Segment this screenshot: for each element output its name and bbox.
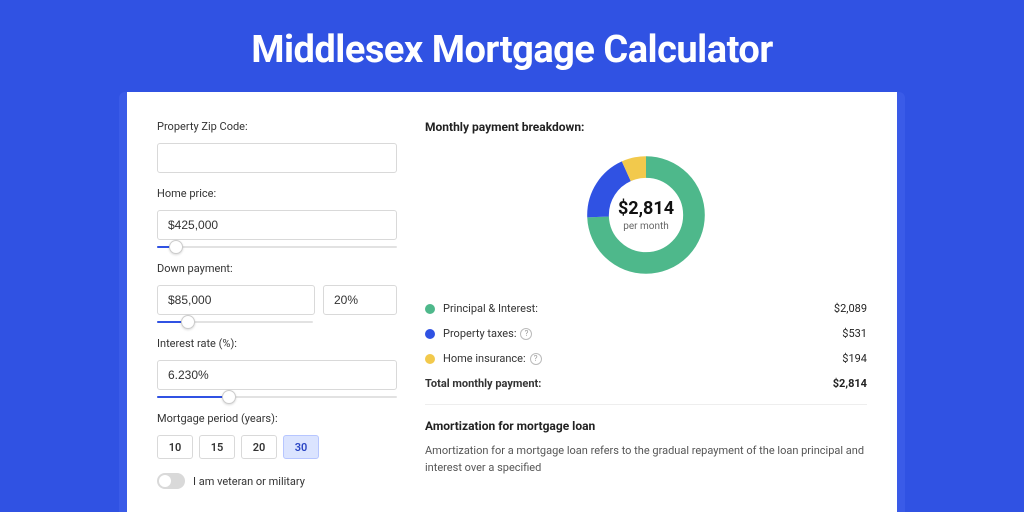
rate-slider-fill <box>157 396 229 398</box>
breakdown-panel: Monthly payment breakdown: $2,814 per mo… <box>425 120 867 512</box>
down-percent-input[interactable] <box>323 285 397 315</box>
donut-wrap: $2,814 per month <box>425 144 867 296</box>
breakdown-legend: Principal & Interest:$2,089 Property taxe… <box>425 302 867 390</box>
amortization-title: Amortization for mortgage loan <box>425 419 867 433</box>
donut-center: $2,814 per month <box>581 150 711 280</box>
veteran-toggle[interactable] <box>157 473 185 489</box>
legend-value: $2,089 <box>834 302 867 315</box>
amortization-body: Amortization for a mortgage loan refers … <box>425 443 867 476</box>
zip-label: Property Zip Code: <box>157 120 397 133</box>
legend-label: Principal & Interest: <box>443 302 834 315</box>
price-slider[interactable] <box>157 246 397 248</box>
legend-label: Property taxes:? <box>443 327 842 340</box>
veteran-row: I am veteran or military <box>157 473 397 489</box>
form-panel: Property Zip Code: Home price: Down paym… <box>157 120 397 512</box>
down-amount-input[interactable] <box>157 285 315 315</box>
period-option-20[interactable]: 20 <box>241 435 277 459</box>
breakdown-title: Monthly payment breakdown: <box>425 120 867 134</box>
period-option-10[interactable]: 10 <box>157 435 193 459</box>
legend-value: $194 <box>842 352 867 365</box>
legend-row-2: Home insurance:?$194 <box>425 352 867 365</box>
zip-group: Property Zip Code: <box>157 120 397 173</box>
info-icon[interactable]: ? <box>520 328 532 340</box>
period-options: 10152030 <box>157 435 397 459</box>
rate-slider-thumb[interactable] <box>222 390 236 404</box>
down-group: Down payment: <box>157 262 397 323</box>
rate-slider[interactable] <box>157 396 397 398</box>
down-label: Down payment: <box>157 262 397 275</box>
legend-row-1: Property taxes:?$531 <box>425 327 867 340</box>
legend-total-row: Total monthly payment:$2,814 <box>425 377 867 390</box>
legend-dot-icon <box>425 329 435 339</box>
period-option-15[interactable]: 15 <box>199 435 235 459</box>
legend-row-0: Principal & Interest:$2,089 <box>425 302 867 315</box>
page-title: Middlesex Mortgage Calculator <box>0 0 1024 92</box>
rate-input[interactable] <box>157 360 397 390</box>
legend-total-label: Total monthly payment: <box>425 377 833 390</box>
donut-value: $2,814 <box>618 198 674 219</box>
price-slider-thumb[interactable] <box>169 240 183 254</box>
card-outer: Property Zip Code: Home price: Down paym… <box>119 92 905 512</box>
zip-input[interactable] <box>157 143 397 173</box>
donut-sub: per month <box>623 221 669 232</box>
period-group: Mortgage period (years): 10152030 <box>157 412 397 459</box>
period-label: Mortgage period (years): <box>157 412 397 425</box>
price-group: Home price: <box>157 187 397 248</box>
legend-total-value: $2,814 <box>833 377 867 390</box>
price-label: Home price: <box>157 187 397 200</box>
calculator-card: Property Zip Code: Home price: Down paym… <box>127 92 897 512</box>
veteran-label: I am veteran or military <box>193 475 305 488</box>
down-slider[interactable] <box>157 321 313 323</box>
donut-chart: $2,814 per month <box>581 150 711 280</box>
price-input[interactable] <box>157 210 397 240</box>
legend-dot-icon <box>425 304 435 314</box>
info-icon[interactable]: ? <box>530 353 542 365</box>
down-slider-thumb[interactable] <box>181 315 195 329</box>
legend-dot-icon <box>425 354 435 364</box>
legend-label: Home insurance:? <box>443 352 842 365</box>
legend-value: $531 <box>842 327 867 340</box>
rate-label: Interest rate (%): <box>157 337 397 350</box>
rate-group: Interest rate (%): <box>157 337 397 398</box>
period-option-30[interactable]: 30 <box>283 435 319 459</box>
divider <box>425 404 867 405</box>
